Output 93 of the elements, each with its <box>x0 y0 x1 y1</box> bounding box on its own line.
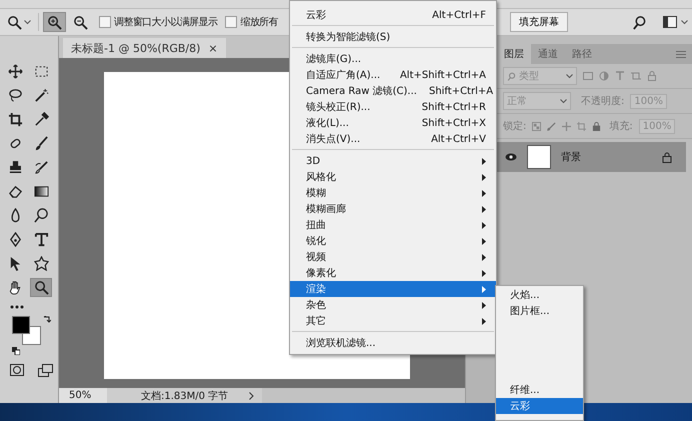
menu-item[interactable]: 镜头校正(R)... Shift+Ctrl+R <box>290 99 496 115</box>
default-colors-icon[interactable] <box>12 347 20 355</box>
marquee-icon <box>34 64 48 79</box>
caret-icon <box>560 98 567 104</box>
submenu-arrow-icon <box>482 206 486 212</box>
layer-row[interactable]: 背景 <box>497 142 686 172</box>
lock-label: 锁定: <box>503 120 526 133</box>
move-icon <box>8 64 22 79</box>
tool-button[interactable] <box>30 278 52 297</box>
menu-item[interactable]: 扭曲 <box>290 217 496 233</box>
checkbox[interactable] <box>225 16 238 28</box>
submenu-arrow-icon <box>482 270 486 276</box>
submenu-arrow-icon <box>482 158 486 164</box>
opacity-label: 不透明度: <box>581 94 624 108</box>
checkbox[interactable] <box>99 16 111 28</box>
menu-item[interactable]: 转换为智能滤镜(S) <box>290 29 496 45</box>
shortcut-label: Shift+Ctrl+R <box>420 102 486 112</box>
menu-item[interactable]: 风格化 <box>290 169 496 185</box>
submenu-arrow-icon <box>482 318 486 324</box>
menu-item[interactable]: 火焰... <box>496 287 583 303</box>
submenu-arrow-icon <box>482 190 486 196</box>
menu-item[interactable]: 其它 <box>290 313 496 329</box>
lock-checker-icon[interactable] <box>532 122 542 130</box>
crop-icon <box>8 112 22 127</box>
shortcut-label: Alt+Ctrl+F <box>431 10 486 20</box>
tab-close-button[interactable]: × <box>208 42 218 54</box>
tab-title: 未标题-1 @ 50%(RGB/8) <box>71 40 200 56</box>
menu-item[interactable]: 模糊 <box>290 185 496 201</box>
shortcut-label: Shift+Ctrl+X <box>420 118 486 128</box>
document-tab[interactable]: 未标题-1 @ 50%(RGB/8) × <box>63 38 226 58</box>
shortcut-label: Alt+Shift+Ctrl+A <box>398 70 486 80</box>
star-shape-icon <box>34 256 48 271</box>
menu-item[interactable]: 云彩 <box>496 398 583 414</box>
lock-icon <box>662 152 672 162</box>
menu-item[interactable]: 视频 <box>290 249 496 265</box>
submenu-arrow-icon <box>482 254 486 260</box>
zoom-level-field[interactable]: 50% <box>59 388 107 403</box>
menu-item[interactable]: 图片框... <box>496 303 583 319</box>
panel-tab[interactable]: 图层 <box>497 44 531 64</box>
lasso-icon <box>8 88 22 103</box>
submenu-arrow-icon <box>482 302 486 308</box>
menu-item[interactable]: 消失点(V)... Alt+Ctrl+V <box>290 131 496 147</box>
magic-wand-icon <box>34 88 48 103</box>
menu-item[interactable]: 像素化 <box>290 265 496 281</box>
swap-colors-icon[interactable] <box>43 316 51 324</box>
menu-item[interactable]: 浏览联机滤镜... <box>290 335 496 351</box>
menu-item[interactable]: 自适应广角(A)... Alt+Shift+Ctrl+A <box>290 67 496 83</box>
zoom-out-icon <box>73 14 88 30</box>
hand-icon <box>8 280 22 295</box>
menu-item[interactable]: Camera Raw 滤镜(C)... Shift+Ctrl+A <box>290 83 496 99</box>
color-swatches-drawing[interactable] <box>12 316 41 345</box>
pen-icon <box>8 232 22 247</box>
type-icon <box>34 232 48 247</box>
menu-item[interactable]: 3D <box>290 153 496 169</box>
zoom-in-icon <box>47 14 62 30</box>
menu-item[interactable]: 云彩 Alt+Ctrl+F <box>290 7 496 23</box>
zoom-icon <box>34 280 48 295</box>
menu-item[interactable]: 渲染 <box>290 281 496 297</box>
shortcut-label: Alt+Ctrl+V <box>430 134 486 144</box>
lock-lock-icon[interactable] <box>592 122 602 130</box>
fill-label: 填充: <box>609 120 633 133</box>
quick-mask-icon[interactable] <box>10 364 24 376</box>
checkbox-label: 调整窗口大小以满屏显示 <box>114 16 218 29</box>
more-tools-icon[interactable] <box>10 305 26 310</box>
zoom-icon <box>7 14 22 30</box>
menu-item[interactable]: 锐化 <box>290 233 496 249</box>
search-icon <box>507 72 516 80</box>
eye-icon[interactable] <box>505 153 517 161</box>
menu-item[interactable]: 液化(L)... Shift+Ctrl+X <box>290 115 496 131</box>
history-brush-icon <box>34 160 48 175</box>
brush-icon <box>34 136 48 151</box>
caret-icon <box>566 74 573 78</box>
submenu-arrow-icon <box>482 222 486 228</box>
document-info: 文档:1.83M/0 字节 <box>140 390 230 402</box>
workspace-icon[interactable] <box>663 16 677 28</box>
submenu-arrow-icon <box>482 238 486 244</box>
screen-mode-icon[interactable] <box>38 364 54 377</box>
menu-item[interactable]: 滤镜库(G)... <box>290 51 496 67</box>
checkbox-label: 缩放所有 <box>240 16 278 29</box>
search-icon[interactable] <box>632 14 647 30</box>
layer-thumbnail <box>527 145 551 169</box>
menu-item[interactable]: 杂色 <box>290 297 496 313</box>
layer-name: 背景 <box>561 150 582 164</box>
menu-item[interactable]: 纤维... <box>496 382 583 398</box>
zoom-tool-button[interactable] <box>43 12 66 32</box>
caret-icon <box>681 20 688 24</box>
submenu-arrow-icon <box>482 286 486 292</box>
menu-item[interactable]: 模糊画廊 <box>290 201 496 217</box>
stamp-icon <box>8 160 22 175</box>
gradient-icon <box>34 184 48 199</box>
shortcut-label: Shift+Ctrl+A <box>428 86 494 96</box>
submenu-arrow-icon <box>482 174 486 180</box>
fill-screen-button[interactable]: 填充屏幕 <box>510 12 568 32</box>
